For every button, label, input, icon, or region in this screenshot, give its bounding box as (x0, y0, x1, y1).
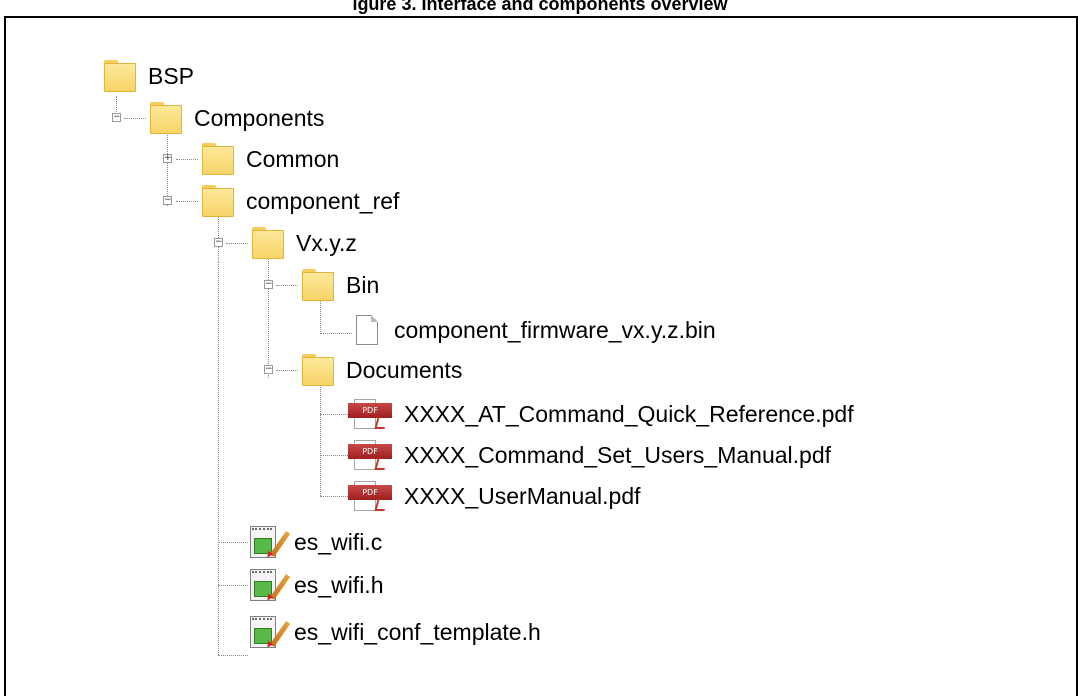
tree-item-firmware[interactable]: component_firmware_vx.y.z.bin (352, 310, 716, 350)
folder-icon (104, 60, 136, 92)
folder-icon (252, 227, 284, 259)
folder-icon (302, 269, 334, 301)
tree-item-es-wifi-h[interactable]: es_wifi.h (248, 565, 383, 605)
tree-item-label: BSP (148, 62, 195, 89)
tree-line (320, 414, 348, 415)
tree-item-label: XXXX_AT_Command_Quick_Reference.pdf (404, 400, 854, 427)
tree-line (276, 285, 298, 286)
folder-icon (202, 185, 234, 217)
tree-line (268, 254, 269, 378)
tree-item-doc3[interactable]: PDF XXXX_UserManual.pdf (348, 476, 641, 516)
tree-item-label: Vx.y.z (296, 229, 357, 256)
tree-item-label: component_ref (246, 187, 400, 214)
folder-icon (150, 102, 182, 134)
tree-item-label: XXXX_Command_Set_Users_Manual.pdf (404, 441, 832, 468)
tree-item-common[interactable]: Common (202, 139, 339, 179)
source-file-icon (248, 567, 291, 603)
tree-item-label: XXXX_UserManual.pdf (404, 482, 641, 509)
folder-icon (302, 354, 334, 386)
tree-item-label: component_firmware_vx.y.z.bin (394, 316, 716, 343)
tree-item-label: es_wifi_conf_template.h (294, 618, 541, 645)
tree-line (320, 496, 348, 497)
collapse-icon[interactable]: − (214, 238, 223, 247)
pdf-icon: PDF (348, 399, 394, 429)
tree-item-version[interactable]: Vx.y.z (252, 223, 357, 263)
pdf-icon: PDF (348, 440, 394, 470)
tree-line (218, 585, 248, 586)
file-icon (356, 315, 378, 345)
collapse-icon[interactable]: − (112, 113, 121, 122)
tree-item-es-wifi-conf[interactable]: es_wifi_conf_template.h (248, 612, 541, 652)
tree-item-bsp[interactable]: BSP (104, 56, 194, 96)
tree-item-doc1[interactable]: PDF XXXX_AT_Command_Quick_Reference.pdf (348, 394, 854, 434)
tree-item-bin[interactable]: Bin (302, 265, 379, 305)
folder-icon (202, 143, 234, 175)
tree-line (226, 243, 248, 244)
tree-item-documents[interactable]: Documents (302, 350, 462, 390)
pdf-icon: PDF (348, 481, 394, 511)
tree-item-label: es_wifi.c (294, 528, 383, 555)
expand-icon[interactable]: + (163, 154, 172, 163)
tree-line (218, 262, 219, 655)
tree-line (218, 542, 248, 543)
tree-item-label: Components (194, 104, 325, 131)
tree-item-components[interactable]: Components (150, 98, 324, 138)
collapse-icon[interactable]: − (264, 365, 273, 374)
tree-item-label: es_wifi.h (294, 571, 384, 598)
source-file-icon (248, 524, 291, 560)
tree-item-label: Common (246, 145, 340, 172)
collapse-icon[interactable]: − (163, 196, 172, 205)
tree-line (218, 655, 248, 656)
collapse-icon[interactable]: − (264, 280, 273, 289)
tree-line (124, 118, 146, 119)
tree-line (320, 455, 348, 456)
tree-item-label: Bin (346, 271, 380, 298)
tree-line (276, 370, 298, 371)
tree-line (320, 380, 321, 496)
file-tree: − + − − − − BSP Components Common compon… (0, 0, 1080, 684)
tree-item-es-wifi-c[interactable]: es_wifi.c (248, 522, 382, 562)
tree-item-doc2[interactable]: PDF XXXX_Command_Set_Users_Manual.pdf (348, 435, 831, 475)
source-file-icon (248, 614, 291, 650)
tree-line (176, 159, 198, 160)
tree-item-component-ref[interactable]: component_ref (202, 181, 399, 221)
tree-line (176, 201, 198, 202)
tree-line (320, 333, 352, 334)
tree-item-label: Documents (346, 356, 463, 383)
